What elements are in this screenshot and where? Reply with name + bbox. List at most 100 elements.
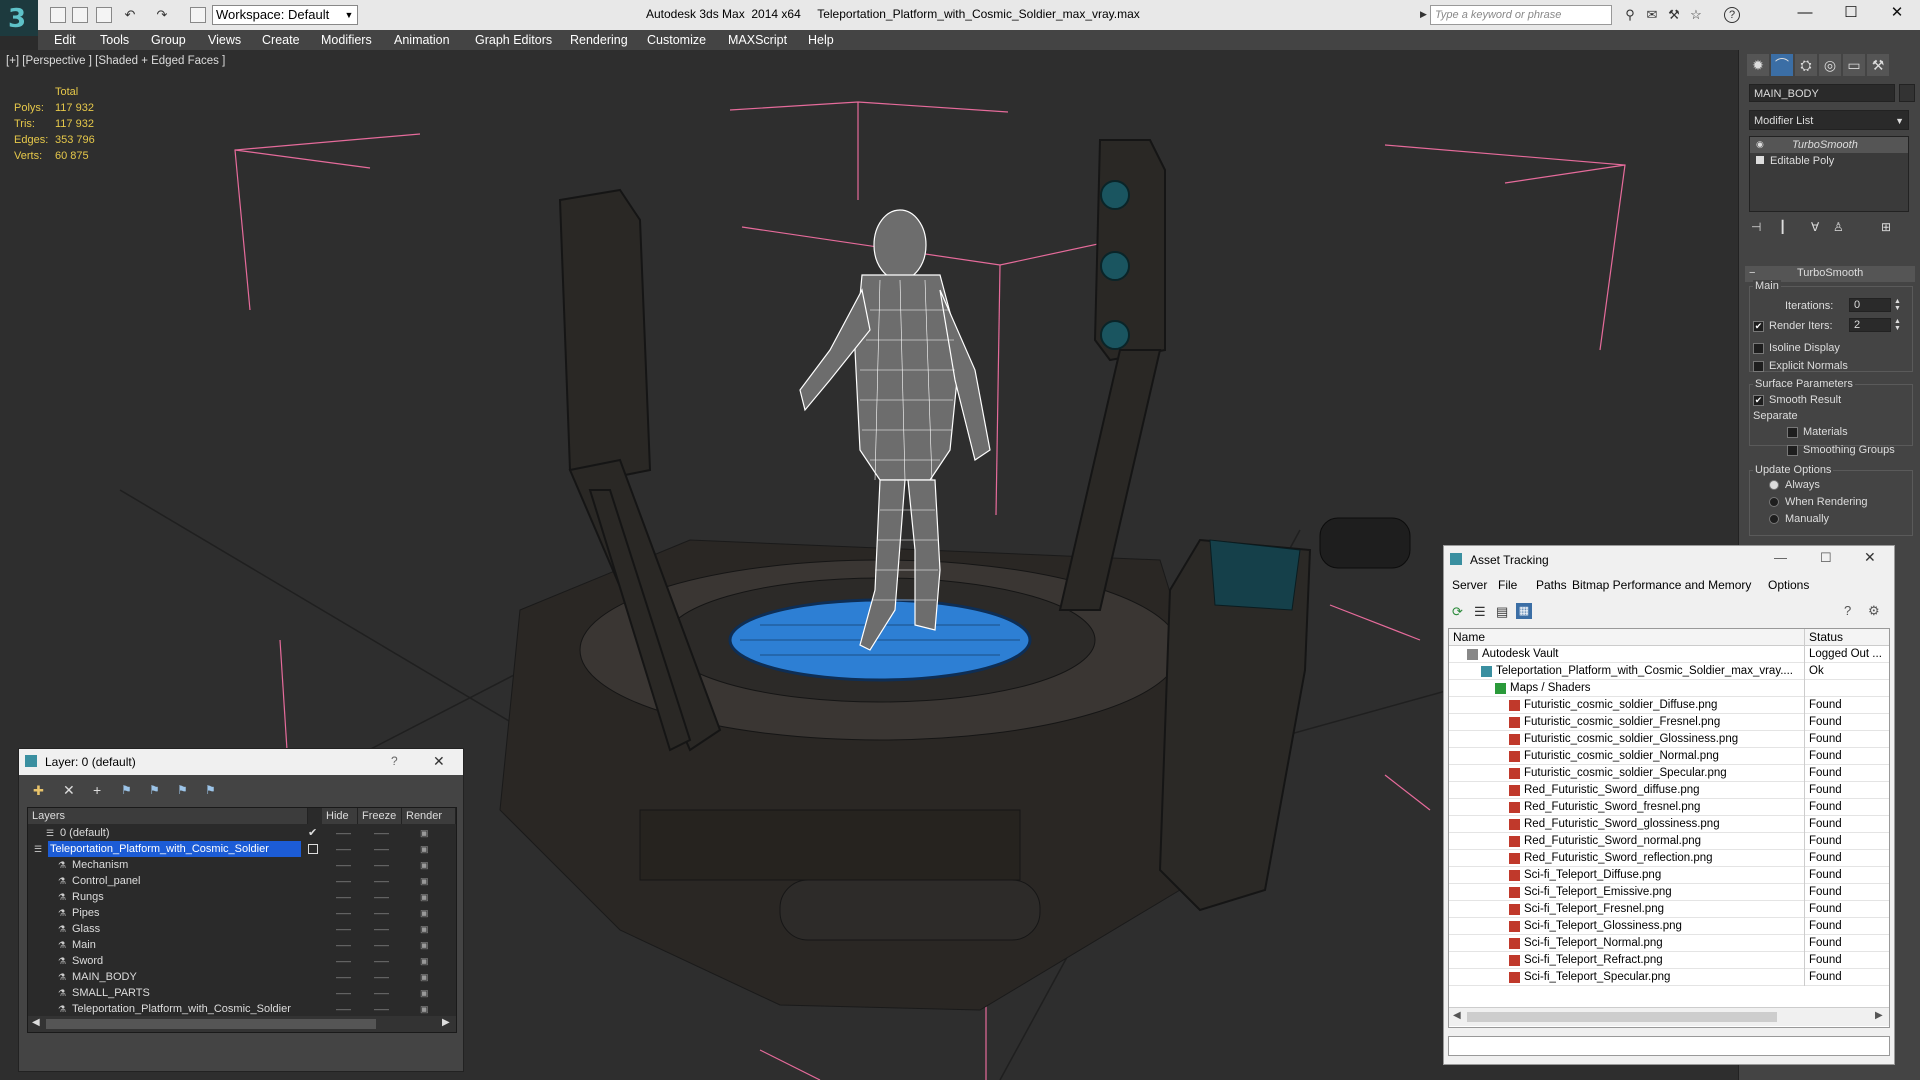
asset-menu-bitmap-performance[interactable]: Bitmap Performance and Memory bbox=[1572, 578, 1751, 592]
minimize-button[interactable]: — bbox=[1782, 0, 1828, 26]
scrollbar-thumb[interactable] bbox=[1467, 1012, 1777, 1022]
asset-row[interactable]: Sci-fi_Teleport_Normal.png Found bbox=[1449, 935, 1889, 952]
motion-tab-icon[interactable]: ◎ bbox=[1819, 54, 1841, 76]
active-layer-check-icon[interactable]: ✔ bbox=[308, 825, 317, 841]
freeze-toggle[interactable]: ––– bbox=[374, 905, 389, 921]
layer-list-scrollbar[interactable]: ◀ ▶ bbox=[28, 1016, 456, 1032]
when-rendering-radio[interactable] bbox=[1769, 497, 1779, 507]
new-file-icon[interactable] bbox=[50, 7, 66, 23]
render-toggle-icon[interactable]: ▣ bbox=[420, 1001, 429, 1017]
project-folder-icon[interactable] bbox=[190, 7, 206, 23]
layer-row[interactable]: ⚗ Pipes ––– ––– ▣ bbox=[28, 905, 456, 921]
asset-row[interactable]: Red_Futuristic_Sword_reflection.png Found bbox=[1449, 850, 1889, 867]
chevron-down-icon[interactable]: ▼ bbox=[342, 5, 356, 25]
asset-row[interactable]: Sci-fi_Teleport_Refract.png Found bbox=[1449, 952, 1889, 969]
menu-create[interactable]: Create bbox=[262, 30, 300, 50]
hide-toggle[interactable]: ––– bbox=[336, 985, 351, 1001]
light-bulb-icon[interactable]: ◉ bbox=[1756, 139, 1764, 150]
configure-modifier-sets-icon[interactable]: ⊞ bbox=[1881, 220, 1891, 234]
render-toggle-icon[interactable]: ▣ bbox=[420, 985, 429, 1001]
subscription-icon[interactable]: ⚒ bbox=[1666, 7, 1682, 23]
modifier-list-dropdown[interactable]: Modifier List ▼ bbox=[1749, 110, 1909, 130]
asset-row[interactable]: Maps / Shaders bbox=[1449, 680, 1889, 697]
render-toggle-icon[interactable]: ▣ bbox=[420, 969, 429, 985]
layer-row[interactable]: ⚗ Control_panel ––– ––– ▣ bbox=[28, 873, 456, 889]
layer-row[interactable]: ⚗ SMALL_PARTS ––– ––– ▣ bbox=[28, 985, 456, 1001]
hide-toggle[interactable]: ––– bbox=[336, 905, 351, 921]
asset-row[interactable]: Sci-fi_Teleport_Fresnel.png Found bbox=[1449, 901, 1889, 918]
hide-unhide-all-icon[interactable]: ⚑ bbox=[177, 783, 188, 797]
stack-item-editable-poly[interactable]: Editable Poly bbox=[1750, 153, 1908, 169]
layer-row[interactable]: ⚗ Main ––– ––– ▣ bbox=[28, 937, 456, 953]
iterations-spinner-arrows[interactable]: ▲ ▼ bbox=[1894, 298, 1901, 312]
list-view-icon[interactable]: ☰ bbox=[1474, 604, 1486, 620]
select-objects-in-layer-icon[interactable]: ⚑ bbox=[121, 783, 132, 797]
asset-menu-file[interactable]: File bbox=[1498, 578, 1517, 592]
freeze-toggle[interactable]: ––– bbox=[374, 841, 389, 857]
remove-modifier-icon[interactable]: ♙ bbox=[1833, 220, 1844, 234]
freeze-toggle[interactable]: ––– bbox=[374, 825, 389, 841]
menu-edit[interactable]: Edit bbox=[54, 30, 76, 50]
asset-row[interactable]: Red_Futuristic_Sword_normal.png Found bbox=[1449, 833, 1889, 850]
hide-toggle[interactable]: ––– bbox=[336, 921, 351, 937]
asset-row[interactable]: Futuristic_cosmic_soldier_Fresnel.png Fou… bbox=[1449, 714, 1889, 731]
render-toggle-icon[interactable]: ▣ bbox=[420, 921, 429, 937]
thumbnail-view-icon[interactable]: ▤ bbox=[1496, 604, 1508, 620]
show-end-result-icon[interactable]: ┃ bbox=[1779, 220, 1786, 234]
expand-toggle-icon[interactable] bbox=[1756, 156, 1764, 164]
create-tab-icon[interactable]: ✹ bbox=[1747, 54, 1769, 76]
smooth-result-checkbox[interactable]: ✔ bbox=[1753, 395, 1764, 406]
pin-stack-icon[interactable]: ⊣ bbox=[1751, 220, 1761, 234]
app-logo[interactable]: 3 bbox=[0, 0, 38, 36]
asset-row[interactable]: Futuristic_cosmic_soldier_Diffuse.png Fou… bbox=[1449, 697, 1889, 714]
save-file-icon[interactable] bbox=[96, 7, 112, 23]
table-view-icon[interactable]: ▦ bbox=[1516, 603, 1532, 619]
asset-row[interactable]: Sci-fi_Teleport_Diffuse.png Found bbox=[1449, 867, 1889, 884]
scrollbar-thumb[interactable] bbox=[46, 1019, 376, 1029]
favorites-star-icon[interactable]: ☆ bbox=[1688, 7, 1704, 23]
utilities-tab-icon[interactable]: ⚒ bbox=[1867, 54, 1889, 76]
close-icon[interactable]: ✕ bbox=[433, 753, 445, 770]
refresh-icon[interactable]: ⟳ bbox=[1452, 604, 1463, 620]
menu-group[interactable]: Group bbox=[151, 30, 186, 50]
freeze-toggle[interactable]: ––– bbox=[374, 969, 389, 985]
scroll-left-icon[interactable]: ◀ bbox=[1453, 1010, 1461, 1021]
undo-icon[interactable]: ↶ bbox=[122, 7, 138, 23]
layer-row[interactable]: ⚗ Mechanism ––– ––– ▣ bbox=[28, 857, 456, 873]
scroll-right-icon[interactable]: ▶ bbox=[442, 1017, 450, 1028]
stack-item-turbosmooth[interactable]: ◉ TurboSmooth bbox=[1750, 137, 1908, 153]
render-iters-spinner-arrows[interactable]: ▲ ▼ bbox=[1894, 318, 1901, 332]
freeze-toggle[interactable]: ––– bbox=[374, 953, 389, 969]
hierarchy-tab-icon[interactable]: ⛭ bbox=[1795, 54, 1817, 76]
freeze-toggle[interactable]: ––– bbox=[374, 857, 389, 873]
scroll-left-icon[interactable]: ◀ bbox=[32, 1017, 40, 1028]
object-color-swatch[interactable] bbox=[1899, 84, 1915, 102]
search-input[interactable]: Type a keyword or phrase bbox=[1430, 5, 1612, 25]
name-column-header[interactable]: Name bbox=[1449, 629, 1804, 646]
layer-row[interactable]: ⚗ Sword ––– ––– ▣ bbox=[28, 953, 456, 969]
scroll-right-icon[interactable]: ▶ bbox=[1875, 1010, 1883, 1021]
hide-toggle[interactable]: ––– bbox=[336, 825, 351, 841]
materials-checkbox[interactable] bbox=[1787, 427, 1798, 438]
set-current-layer-box[interactable] bbox=[308, 844, 318, 854]
hide-toggle[interactable]: ––– bbox=[336, 953, 351, 969]
asset-menu-options[interactable]: Options bbox=[1768, 578, 1809, 592]
render-iters-spinner[interactable]: 2 bbox=[1849, 318, 1891, 332]
render-toggle-icon[interactable]: ▣ bbox=[420, 841, 429, 857]
object-name-field[interactable]: MAIN_BODY bbox=[1749, 84, 1895, 102]
viewport-label[interactable]: [+] [Perspective ] [Shaded + Edged Faces… bbox=[6, 55, 225, 67]
asset-row[interactable]: Autodesk Vault Logged Out ... bbox=[1449, 646, 1889, 663]
close-button[interactable]: ✕ bbox=[1864, 549, 1876, 566]
close-button[interactable]: ✕ bbox=[1874, 0, 1920, 26]
communication-center-icon[interactable]: ✉ bbox=[1644, 7, 1660, 23]
isoline-display-checkbox[interactable] bbox=[1753, 343, 1764, 354]
pin-icon[interactable]: ⚙ bbox=[1868, 603, 1880, 619]
render-toggle-icon[interactable]: ▣ bbox=[420, 825, 429, 841]
asset-row[interactable]: Sci-fi_Teleport_Glossiness.png Found bbox=[1449, 918, 1889, 935]
hide-toggle[interactable]: ––– bbox=[336, 857, 351, 873]
hide-toggle[interactable]: ––– bbox=[336, 873, 351, 889]
help-icon[interactable]: ? bbox=[1724, 7, 1740, 23]
hide-toggle[interactable]: ––– bbox=[336, 841, 351, 857]
layer-dialog-titlebar[interactable]: Layer: 0 (default) ? ✕ bbox=[19, 749, 463, 775]
asset-list-scrollbar[interactable]: ◀ ▶ bbox=[1449, 1007, 1889, 1026]
